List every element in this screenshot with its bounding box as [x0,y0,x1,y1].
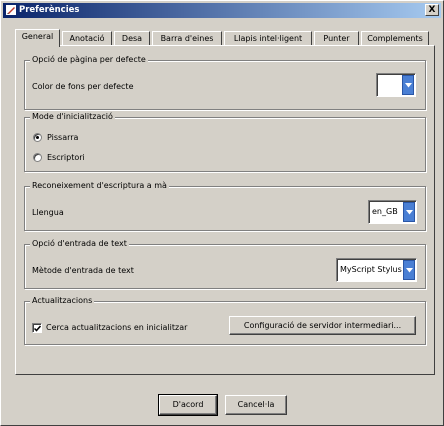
group-title: Opció d'entrada de text [30,239,129,248]
input-method-label: Mètode d'entrada de text [32,266,134,275]
group-title: Mode d'inicialització [30,112,115,121]
group-updates: Actualitzacions Cerca actualitzacions en… [24,296,426,345]
group-handwriting: Reconeixement d'escriptura a mà Llengua … [24,181,426,231]
input-method-select[interactable]: MyScript Stylus [336,258,417,282]
radio-board-label: Pissarra [47,133,79,142]
group-title: Opció de pàgina per defecte [30,55,148,64]
chevron-down-icon [406,210,413,215]
radio-desktop[interactable] [33,153,42,162]
preferences-dialog: Preferències X General Anotació Desa Bar… [0,0,444,426]
app-icon [6,5,16,15]
dropdown-button[interactable] [402,75,414,95]
check-updates-label: Cerca actualitzacions en inicialitzar [46,323,188,332]
color-swatch [379,76,401,94]
tab-annotation[interactable]: Anotació [62,31,112,46]
tab-bar: General Anotació Desa Barra d'eines Llap… [15,29,435,47]
background-color-label: Color de fons per defecte [32,82,134,91]
title-bar[interactable]: Preferències X [3,3,441,18]
group-title: Actualitzacions [30,296,95,305]
dropdown-button[interactable] [403,202,415,222]
tab-plugins[interactable]: Complements [361,31,429,46]
group-default-page: Opció de pàgina per defecte Color de fon… [24,55,426,110]
tab-smart-pen[interactable]: Llapis intel·ligent [224,31,312,46]
language-value: en_GB [372,207,398,216]
background-color-picker[interactable] [376,73,416,97]
check-updates-checkbox[interactable] [32,323,42,333]
radio-board[interactable] [33,133,42,142]
input-method-value: MyScript Stylus [340,265,402,274]
tab-toolbar[interactable]: Barra d'eines [152,31,222,46]
language-select[interactable]: en_GB [368,200,417,224]
tab-general[interactable]: General [15,29,60,47]
tab-pointer[interactable]: Punter [314,31,359,46]
dropdown-button[interactable] [403,260,415,280]
proxy-settings-button[interactable]: Configuració de servidor intermediari... [229,316,416,335]
window-title: Preferències [19,5,80,15]
chevron-down-icon [405,83,412,88]
language-label: Llengua [32,208,64,217]
cancel-button[interactable]: Cancel·la [225,395,287,415]
checkmark-icon [34,325,41,332]
tab-panel-general: Opció de pàgina per defecte Color de fon… [15,45,435,375]
chevron-down-icon [406,268,413,273]
group-text-input: Opció d'entrada de text Mètode d'entrada… [24,239,426,289]
radio-desktop-label: Escriptori [47,153,85,162]
close-button[interactable]: X [425,4,439,16]
group-init-mode: Mode d'inicialització Pissarra Escriptor… [24,112,426,172]
ok-button[interactable]: D'acord [158,394,218,416]
tab-save[interactable]: Desa [114,31,150,46]
group-title: Reconeixement d'escriptura a mà [30,181,169,190]
